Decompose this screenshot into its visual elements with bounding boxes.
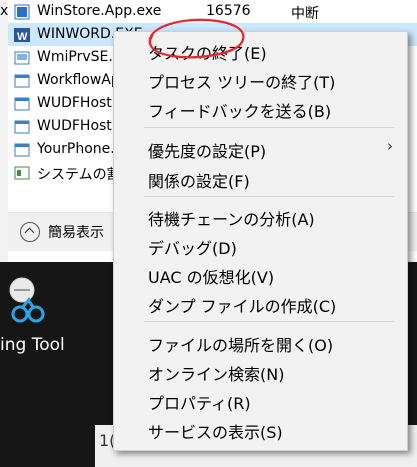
wmi-icon bbox=[14, 51, 30, 65]
process-pid: 16576 bbox=[206, 3, 251, 19]
menu-item-debug[interactable]: デバッグ(D) bbox=[114, 230, 407, 258]
process-row[interactable]: x WinStore.App.exe 16576 中断 bbox=[0, 0, 417, 23]
menu-item-create-dump-file[interactable]: ダンプ ファイルの作成(C) bbox=[114, 288, 407, 316]
menu-item-go-to-services[interactable]: サービスの表示(S) bbox=[114, 414, 407, 442]
process-name: WorkflowAp bbox=[37, 72, 120, 88]
menu-item-analyze-wait-chain[interactable]: 待機チェーンの分析(A) bbox=[114, 201, 407, 229]
menu-item-uac-virtualization[interactable]: UAC の仮想化(V) bbox=[114, 259, 407, 287]
menu-item-set-affinity[interactable]: 関係の設定(F) bbox=[114, 163, 407, 191]
app-icon bbox=[14, 97, 30, 111]
snipping-tool-label[interactable]: ing Tool bbox=[0, 335, 65, 355]
app-icon bbox=[14, 74, 30, 88]
snipping-tool-icon[interactable] bbox=[6, 276, 46, 328]
process-name: システムの割 bbox=[37, 167, 121, 183]
process-name: WUDFHost. bbox=[37, 95, 117, 111]
clipped-char: x bbox=[0, 3, 9, 19]
process-name: WUDFHost. bbox=[37, 118, 117, 134]
app-icon bbox=[14, 143, 30, 157]
menu-item-search-online[interactable]: オンライン検索(N) bbox=[114, 356, 407, 384]
process-name: WinStore.App.exe bbox=[37, 3, 162, 19]
less-details-label: 簡易表示 bbox=[48, 225, 104, 241]
app-icon bbox=[14, 120, 30, 134]
menu-item-properties[interactable]: プロパティ(R) bbox=[114, 385, 407, 413]
svg-text:W: W bbox=[17, 31, 28, 43]
menu-item-open-file-location[interactable]: ファイルの場所を開く(O) bbox=[114, 327, 407, 355]
store-app-icon bbox=[14, 4, 30, 20]
menu-item-send-feedback[interactable]: フィードバックを送る(B) bbox=[114, 93, 407, 121]
chevron-up-icon bbox=[20, 222, 40, 242]
menu-separator bbox=[144, 127, 394, 128]
menu-separator bbox=[144, 196, 394, 197]
menu-item-end-process-tree[interactable]: プロセス ツリーの終了(T) bbox=[114, 64, 407, 92]
context-menu: タスクの終了(E) プロセス ツリーの終了(T) フィードバックを送る(B) 優… bbox=[113, 31, 408, 451]
menu-item-end-task[interactable]: タスクの終了(E) bbox=[114, 35, 407, 63]
system-icon bbox=[14, 166, 30, 180]
menu-separator bbox=[144, 321, 394, 322]
word-icon: W bbox=[14, 28, 30, 43]
process-name: WmiPrvSE.e bbox=[37, 49, 122, 65]
less-details-button[interactable]: 簡易表示 bbox=[20, 222, 104, 243]
process-status: 中断 bbox=[291, 6, 319, 22]
window-edge bbox=[0, 0, 8, 262]
chevron-right-icon: › bbox=[387, 137, 393, 155]
process-name: YourPhone. bbox=[37, 141, 115, 157]
menu-item-set-priority[interactable]: 優先度の設定(P) › bbox=[114, 133, 407, 161]
